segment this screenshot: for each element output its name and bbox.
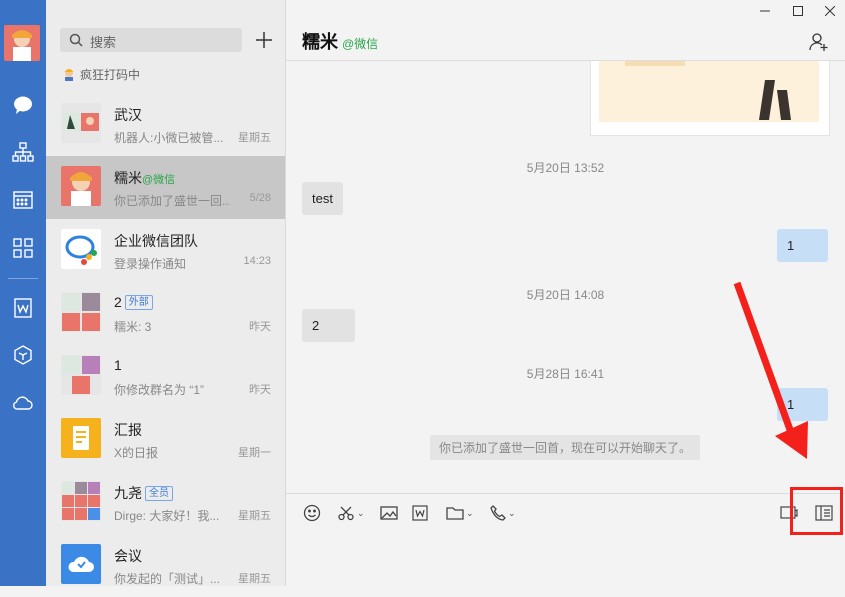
group-avatar <box>61 481 101 521</box>
chat-subtitle: @微信 <box>342 37 379 51</box>
message-timestamp: 5月20日 13:52 <box>526 161 605 175</box>
conversation-time: 昨天 <box>249 384 271 396</box>
outgoing-message[interactable]: 1 <box>777 229 828 262</box>
cube-icon[interactable] <box>0 338 46 372</box>
chat-header: 糯米 @微信 <box>286 0 845 61</box>
external-badge: 外部 <box>124 295 153 310</box>
close-button[interactable] <box>817 2 843 20</box>
conversation-name: 九尧 全员 <box>114 483 173 503</box>
doc-icon[interactable] <box>0 291 46 325</box>
incoming-message[interactable]: test <box>302 182 343 215</box>
chat-title: 糯米 @微信 <box>302 32 379 52</box>
conversation-time: 星期一 <box>238 447 271 459</box>
incoming-message[interactable]: 2 <box>302 309 355 342</box>
wechat-tag: @微信 <box>142 174 176 186</box>
conversation-name: 会议 <box>114 548 142 564</box>
group-avatar <box>61 292 101 332</box>
conversation-name: 1 <box>114 357 122 373</box>
conversation-item[interactable]: 九尧 全员 Dirge: 大家好！我... 星期五 <box>46 471 285 534</box>
new-chat-button[interactable] <box>252 28 276 52</box>
report-app-avatar <box>61 418 101 458</box>
nav-rail <box>0 0 46 586</box>
status-text: 疯狂打码中 <box>80 68 141 82</box>
conversation-item[interactable]: 会议 你发起的「测试」... 星期五 <box>46 534 285 597</box>
user-avatar[interactable] <box>4 25 40 61</box>
calendar-icon[interactable] <box>0 183 46 217</box>
word-doc-icon[interactable] <box>412 503 428 523</box>
conversation-preview: 糯米: 3 <box>114 320 152 334</box>
emoji-icon[interactable] <box>303 503 321 523</box>
conversation-time: 昨天 <box>249 321 271 333</box>
minimize-button[interactable] <box>752 2 778 20</box>
chat-icon[interactable] <box>0 88 46 122</box>
search-input[interactable]: 搜索 <box>60 28 242 52</box>
meeting-app-avatar <box>61 544 101 584</box>
message-timestamp: 5月28日 16:41 <box>526 367 605 381</box>
rail-divider <box>8 278 38 279</box>
conversation-preview: 登录操作通知 <box>114 257 187 271</box>
conversation-preview: 你修改群名为 “1” <box>114 383 205 397</box>
group-avatar <box>61 103 101 143</box>
annotation-highlight-box <box>790 487 843 535</box>
phone-icon[interactable]: ⌄ <box>490 503 516 523</box>
all-staff-badge: 全员 <box>145 486 173 501</box>
cloud-icon[interactable] <box>0 386 46 420</box>
conversation-time: 5/28 <box>249 192 271 204</box>
conversation-item[interactable]: 企业微信团队 登录操作通知 14:23 <box>46 219 285 282</box>
worker-emoji-icon <box>62 67 76 84</box>
conversation-name: 2 外部 <box>114 294 153 310</box>
group-avatar <box>61 355 101 395</box>
image-icon[interactable] <box>380 503 398 523</box>
conversation-preview: 机器人:小微已被管... <box>114 131 224 145</box>
conversation-item-selected[interactable]: 糯米@微信 你已添加了盛世一回... 5/28 <box>46 156 285 219</box>
search-icon <box>69 33 83 50</box>
wecom-team-avatar <box>61 229 101 269</box>
apps-grid-icon[interactable] <box>0 231 46 265</box>
search-placeholder: 搜索 <box>90 35 117 50</box>
conversation-preview: Dirge: 大家好！我... <box>114 509 220 523</box>
conversation-time: 14:23 <box>243 255 271 267</box>
folder-icon[interactable]: ⌄ <box>446 503 474 523</box>
screenshot-icon[interactable]: ⌄ <box>337 503 365 523</box>
chevron-down-icon: ⌄ <box>357 507 365 518</box>
conversation-name: 武汉 <box>114 107 142 123</box>
maximize-button[interactable] <box>785 2 811 20</box>
conversation-preview: X的日报 <box>114 446 159 460</box>
conversation-name: 糯米@微信 <box>114 170 176 186</box>
conversation-item[interactable]: 武汉 机器人:小微已被管... 星期五 <box>46 93 285 156</box>
conversation-time: 星期五 <box>238 132 271 144</box>
conversation-item[interactable]: 1 你修改群名为 “1” 昨天 <box>46 345 285 408</box>
message-area: 5月20日 13:52 test 1 5月20日 14:08 2 5月28日 1… <box>286 61 845 493</box>
system-notice: 你已添加了盛世一回首，现在可以开始聊天了。 <box>430 435 701 460</box>
chevron-down-icon: ⌄ <box>508 507 516 518</box>
image-message[interactable] <box>590 61 830 136</box>
conversation-name: 汇报 <box>114 422 142 438</box>
chat-window: 糯米 @微信 5月20日 13:52 test 1 5月20日 14:08 2 5… <box>286 0 845 587</box>
conversation-item[interactable]: 2 外部 糯米: 3 昨天 <box>46 282 285 345</box>
status-line[interactable]: 疯狂打码中 <box>62 66 140 84</box>
conversation-name: 企业微信团队 <box>114 233 198 249</box>
conversation-item[interactable]: 汇报 X的日报 星期一 <box>46 408 285 471</box>
conversation-preview: 你发起的「测试」... <box>114 572 221 586</box>
add-member-icon[interactable] <box>809 32 829 55</box>
conversation-preview: 你已添加了盛世一回... <box>114 194 230 208</box>
conversation-time: 星期五 <box>238 573 271 585</box>
org-chart-icon[interactable] <box>0 135 46 169</box>
outgoing-message[interactable]: 1 <box>777 388 828 421</box>
conversation-list-panel: 搜索 疯狂打码中 武汉 机器人:小微已被管... 星期五 糯米@微信 你已添加了… <box>46 0 286 586</box>
contact-avatar <box>61 166 101 206</box>
conversation-time: 星期五 <box>238 510 271 522</box>
chevron-down-icon: ⌄ <box>466 507 474 518</box>
message-timestamp: 5月20日 14:08 <box>526 288 605 302</box>
message-input-area[interactable]: ⌄ ⌄ ⌄ <box>286 493 845 587</box>
